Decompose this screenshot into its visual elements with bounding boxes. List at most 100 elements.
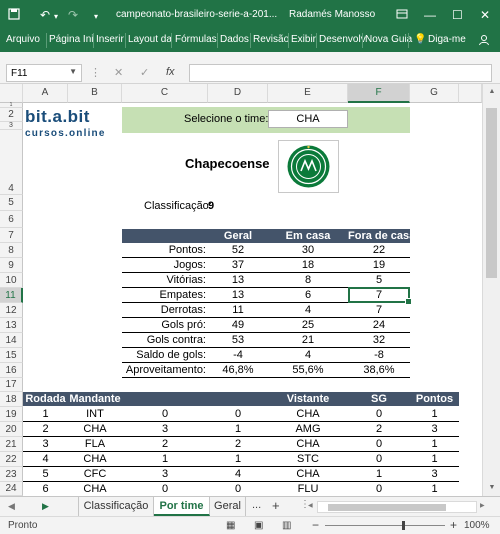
name-box[interactable]: F11 ▼ (6, 64, 82, 82)
round-home-team[interactable]: CHA (68, 483, 122, 495)
round-points[interactable]: 1 (410, 438, 459, 450)
redo-icon[interactable]: ↷ (68, 8, 78, 22)
row-header-23[interactable]: 23 (0, 467, 23, 482)
more-sheets-button[interactable]: ... (252, 499, 261, 511)
round-number[interactable]: 3 (23, 438, 68, 450)
round-home-goals[interactable]: 3 (122, 468, 208, 480)
round-home-team[interactable]: CFC (68, 468, 122, 480)
row-header-3[interactable]: 3 (0, 122, 23, 130)
close-icon[interactable]: ✕ (480, 8, 490, 22)
scroll-down-icon[interactable]: ▼ (483, 484, 500, 491)
undo-dropdown-icon[interactable]: ▾ (54, 10, 58, 24)
col-header-h[interactable] (459, 84, 482, 103)
row-header-21[interactable]: 21 (0, 437, 23, 452)
row-header-7[interactable]: 7 (0, 228, 23, 243)
scroll-left-icon[interactable]: ◀ (308, 502, 313, 509)
round-away-goals[interactable]: 0 (208, 408, 268, 420)
round-home-team[interactable]: CHA (68, 423, 122, 435)
tab-nova-guia[interactable]: Nova Guia (365, 34, 412, 45)
round-points[interactable]: 1 (410, 483, 459, 495)
round-away-goals[interactable]: 0 (208, 483, 268, 495)
round-home-goals[interactable]: 0 (122, 408, 208, 420)
vertical-scroll-thumb[interactable] (486, 108, 497, 278)
row-header-24[interactable]: 24 (0, 482, 23, 496)
tab-desenvolvedor[interactable]: Desenvolv (319, 34, 366, 45)
person-icon[interactable] (478, 34, 490, 49)
round-goal-diff[interactable]: 0 (348, 453, 410, 465)
stats-fora[interactable]: 7 (348, 304, 410, 316)
stats-fora[interactable]: 32 (348, 334, 410, 346)
row-header-9[interactable]: 9 (0, 258, 23, 273)
round-goal-diff[interactable]: 0 (348, 438, 410, 450)
round-away-goals[interactable]: 1 (208, 453, 268, 465)
horizontal-scrollbar[interactable] (317, 501, 477, 513)
stats-geral[interactable]: 49 (208, 319, 268, 331)
stats-geral[interactable]: 52 (208, 244, 268, 256)
round-away-goals[interactable]: 2 (208, 438, 268, 450)
stats-geral[interactable]: -4 (208, 349, 268, 361)
zoom-slider-knob[interactable] (402, 521, 405, 530)
round-number[interactable]: 4 (23, 453, 68, 465)
round-points[interactable]: 1 (410, 408, 459, 420)
tab-exibir[interactable]: Exibir (291, 34, 316, 45)
stats-casa[interactable]: 8 (268, 274, 348, 286)
round-goal-diff[interactable]: 1 (348, 468, 410, 480)
row-header-13[interactable]: 13 (0, 318, 23, 333)
stats-fora[interactable]: 19 (348, 259, 410, 271)
row-header-17[interactable]: 17 (0, 378, 23, 392)
quick-access-menu-icon[interactable]: ▾ (94, 10, 98, 24)
vertical-scrollbar[interactable]: ▲ ▼ (482, 84, 500, 496)
stats-casa[interactable]: 4 (268, 304, 348, 316)
tab-revisao[interactable]: Revisão (253, 34, 289, 45)
user-name[interactable]: Radamés Manosso (289, 9, 375, 20)
stats-geral[interactable]: 13 (208, 289, 268, 301)
round-home-goals[interactable]: 0 (122, 483, 208, 495)
round-goal-diff[interactable]: 0 (348, 483, 410, 495)
normal-view-icon[interactable]: ▦ (226, 520, 235, 531)
horizontal-scroll-thumb[interactable] (328, 504, 446, 511)
round-home-goals[interactable]: 3 (122, 423, 208, 435)
round-away-team[interactable]: FLU (268, 483, 348, 495)
insert-function-icon[interactable]: fx (166, 66, 175, 78)
stats-casa[interactable]: 6 (268, 289, 348, 301)
round-points[interactable]: 3 (410, 423, 459, 435)
stats-geral[interactable]: 53 (208, 334, 268, 346)
row-header-14[interactable]: 14 (0, 333, 23, 348)
zoom-in-button[interactable]: + (450, 518, 457, 532)
row-header-11[interactable]: 11 (0, 288, 23, 303)
col-header-a[interactable]: A (23, 84, 68, 103)
tab-arquivo[interactable]: Arquivo (6, 34, 40, 45)
row-header-5[interactable]: 5 (0, 195, 23, 211)
add-sheet-button[interactable]: + (272, 498, 280, 513)
round-goal-diff[interactable]: 2 (348, 423, 410, 435)
stats-casa[interactable]: 18 (268, 259, 348, 271)
round-away-team[interactable]: CHA (268, 438, 348, 450)
tab-layout[interactable]: Layout da (128, 34, 172, 45)
tab-pagina-inicial[interactable]: Página Ini (49, 34, 93, 45)
round-number[interactable]: 5 (23, 468, 68, 480)
col-header-e[interactable]: E (268, 84, 348, 103)
row-header-4[interactable]: 4 (0, 130, 23, 195)
stats-casa[interactable]: 55,6% (268, 364, 348, 376)
col-header-g[interactable]: G (410, 84, 459, 103)
round-home-team[interactable]: INT (68, 408, 122, 420)
row-header-12[interactable]: 12 (0, 303, 23, 318)
stats-fora[interactable]: -8 (348, 349, 410, 361)
row-header-18[interactable]: 18 (0, 392, 23, 407)
round-number[interactable]: 2 (23, 423, 68, 435)
ribbon-display-icon[interactable] (396, 8, 408, 23)
row-header-20[interactable]: 20 (0, 422, 23, 437)
round-away-goals[interactable]: 4 (208, 468, 268, 480)
scroll-right-icon[interactable]: ▶ (480, 502, 485, 509)
stats-casa[interactable]: 4 (268, 349, 348, 361)
team-select-cell[interactable]: CHA (268, 110, 348, 128)
stats-casa[interactable]: 25 (268, 319, 348, 331)
page-layout-icon[interactable]: ▣ (254, 520, 263, 531)
stats-geral[interactable]: 46,8% (208, 364, 268, 376)
round-number[interactable]: 6 (23, 483, 68, 495)
zoom-out-button[interactable]: − (312, 518, 319, 532)
row-header-15[interactable]: 15 (0, 348, 23, 363)
col-header-b[interactable]: B (68, 84, 122, 103)
stats-fora[interactable]: 22 (348, 244, 410, 256)
round-home-goals[interactable]: 1 (122, 453, 208, 465)
